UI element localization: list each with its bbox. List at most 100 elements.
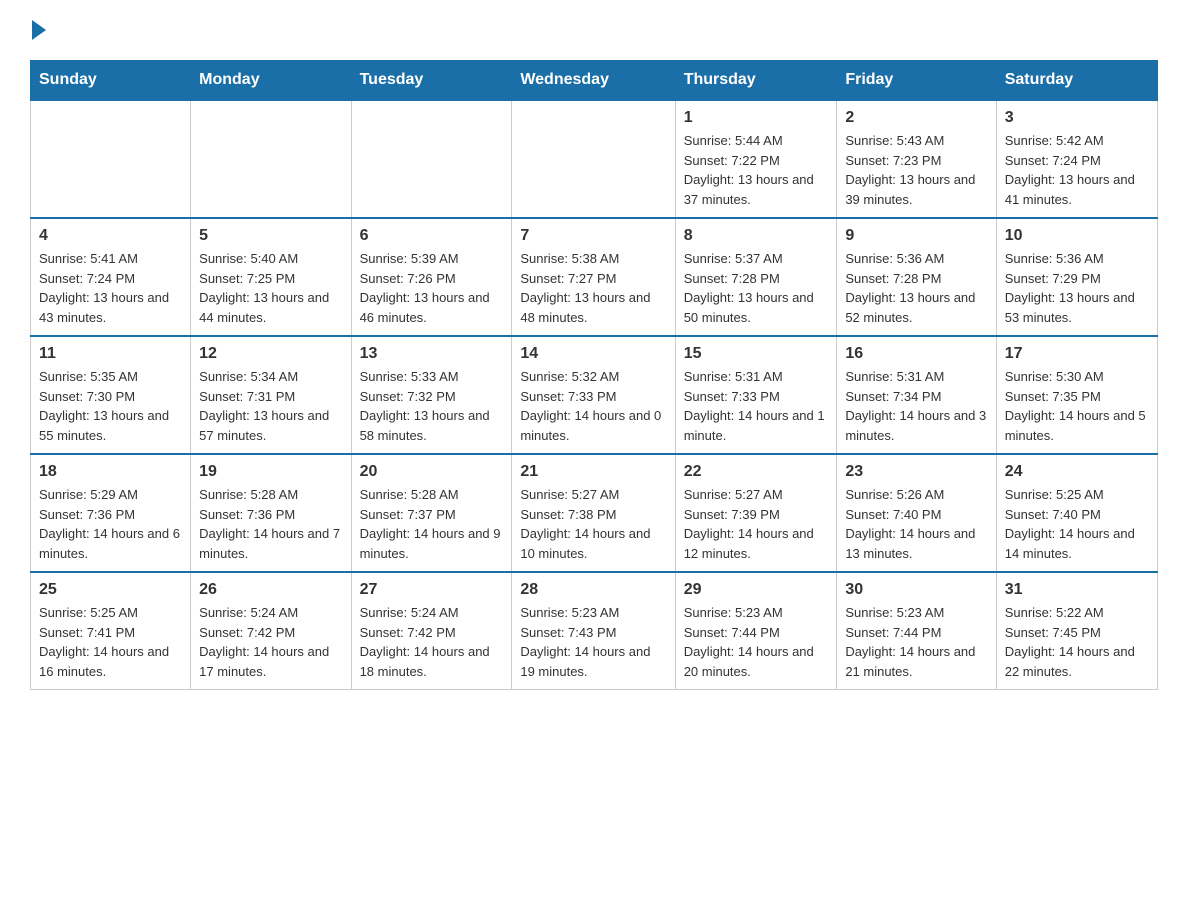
day-number: 17: [1005, 345, 1149, 363]
day-number: 24: [1005, 463, 1149, 481]
page-header: [30, 20, 1158, 40]
calendar-week-row: 25 Sunrise: 5:25 AM Sunset: 7:41 PM Dayli…: [31, 572, 1158, 690]
day-info: Sunrise: 5:36 AM Sunset: 7:28 PM Dayligh…: [845, 249, 987, 327]
day-info: Sunrise: 5:36 AM Sunset: 7:29 PM Dayligh…: [1005, 249, 1149, 327]
day-info: Sunrise: 5:25 AM Sunset: 7:41 PM Dayligh…: [39, 603, 182, 681]
day-number: 19: [199, 463, 342, 481]
day-number: 14: [520, 345, 666, 363]
day-info: Sunrise: 5:29 AM Sunset: 7:36 PM Dayligh…: [39, 485, 182, 563]
calendar-cell: 26 Sunrise: 5:24 AM Sunset: 7:42 PM Dayli…: [191, 572, 351, 690]
day-info: Sunrise: 5:34 AM Sunset: 7:31 PM Dayligh…: [199, 367, 342, 445]
column-header-friday: Friday: [837, 61, 996, 101]
calendar-cell: 20 Sunrise: 5:28 AM Sunset: 7:37 PM Dayli…: [351, 454, 512, 572]
column-header-monday: Monday: [191, 61, 351, 101]
calendar-cell: 29 Sunrise: 5:23 AM Sunset: 7:44 PM Dayli…: [675, 572, 837, 690]
calendar-cell: 30Sunrise: 5:23 AM Sunset: 7:44 PM Dayli…: [837, 572, 996, 690]
calendar-week-row: 18 Sunrise: 5:29 AM Sunset: 7:36 PM Dayli…: [31, 454, 1158, 572]
day-number: 10: [1005, 227, 1149, 245]
column-header-sunday: Sunday: [31, 61, 191, 101]
calendar-week-row: 1 Sunrise: 5:44 AM Sunset: 7:22 PM Daylig…: [31, 100, 1158, 218]
calendar-cell: 21Sunrise: 5:27 AM Sunset: 7:38 PM Dayli…: [512, 454, 675, 572]
day-number: 26: [199, 581, 342, 599]
calendar-cell: 12Sunrise: 5:34 AM Sunset: 7:31 PM Dayli…: [191, 336, 351, 454]
calendar-cell: 24 Sunrise: 5:25 AM Sunset: 7:40 PM Dayli…: [996, 454, 1157, 572]
logo: [30, 20, 48, 40]
day-info: Sunrise: 5:22 AM Sunset: 7:45 PM Dayligh…: [1005, 603, 1149, 681]
calendar-cell: 10 Sunrise: 5:36 AM Sunset: 7:29 PM Dayli…: [996, 218, 1157, 336]
logo-triangle-icon: [32, 20, 46, 40]
day-number: 2: [845, 109, 987, 127]
day-info: Sunrise: 5:26 AM Sunset: 7:40 PM Dayligh…: [845, 485, 987, 563]
day-info: Sunrise: 5:25 AM Sunset: 7:40 PM Dayligh…: [1005, 485, 1149, 563]
day-info: Sunrise: 5:31 AM Sunset: 7:33 PM Dayligh…: [684, 367, 829, 445]
calendar-cell: 9 Sunrise: 5:36 AM Sunset: 7:28 PM Daylig…: [837, 218, 996, 336]
calendar-cell: 4 Sunrise: 5:41 AM Sunset: 7:24 PM Daylig…: [31, 218, 191, 336]
calendar-cell: 27 Sunrise: 5:24 AM Sunset: 7:42 PM Dayli…: [351, 572, 512, 690]
day-number: 18: [39, 463, 182, 481]
day-info: Sunrise: 5:33 AM Sunset: 7:32 PM Dayligh…: [360, 367, 504, 445]
calendar-cell: 18 Sunrise: 5:29 AM Sunset: 7:36 PM Dayli…: [31, 454, 191, 572]
calendar-cell: 17 Sunrise: 5:30 AM Sunset: 7:35 PM Dayli…: [996, 336, 1157, 454]
calendar-week-row: 4 Sunrise: 5:41 AM Sunset: 7:24 PM Daylig…: [31, 218, 1158, 336]
column-header-tuesday: Tuesday: [351, 61, 512, 101]
day-number: 25: [39, 581, 182, 599]
day-info: Sunrise: 5:24 AM Sunset: 7:42 PM Dayligh…: [360, 603, 504, 681]
calendar-cell: 23 Sunrise: 5:26 AM Sunset: 7:40 PM Dayli…: [837, 454, 996, 572]
day-info: Sunrise: 5:39 AM Sunset: 7:26 PM Dayligh…: [360, 249, 504, 327]
calendar-cell: 22Sunrise: 5:27 AM Sunset: 7:39 PM Dayli…: [675, 454, 837, 572]
day-number: 1: [684, 109, 829, 127]
calendar-cell: 28Sunrise: 5:23 AM Sunset: 7:43 PM Dayli…: [512, 572, 675, 690]
day-info: Sunrise: 5:31 AM Sunset: 7:34 PM Dayligh…: [845, 367, 987, 445]
calendar-cell: 14 Sunrise: 5:32 AM Sunset: 7:33 PM Dayli…: [512, 336, 675, 454]
calendar-cell: 2 Sunrise: 5:43 AM Sunset: 7:23 PM Daylig…: [837, 100, 996, 218]
calendar-table: SundayMondayTuesdayWednesdayThursdayFrid…: [30, 60, 1158, 690]
calendar-cell: 13 Sunrise: 5:33 AM Sunset: 7:32 PM Dayli…: [351, 336, 512, 454]
calendar-cell: 5 Sunrise: 5:40 AM Sunset: 7:25 PM Daylig…: [191, 218, 351, 336]
column-header-thursday: Thursday: [675, 61, 837, 101]
day-number: 6: [360, 227, 504, 245]
day-number: 30: [845, 581, 987, 599]
day-number: 13: [360, 345, 504, 363]
day-number: 23: [845, 463, 987, 481]
calendar-cell: [191, 100, 351, 218]
calendar-cell: 16Sunrise: 5:31 AM Sunset: 7:34 PM Dayli…: [837, 336, 996, 454]
day-info: Sunrise: 5:44 AM Sunset: 7:22 PM Dayligh…: [684, 131, 829, 209]
day-info: Sunrise: 5:42 AM Sunset: 7:24 PM Dayligh…: [1005, 131, 1149, 209]
day-info: Sunrise: 5:30 AM Sunset: 7:35 PM Dayligh…: [1005, 367, 1149, 445]
day-number: 7: [520, 227, 666, 245]
day-info: Sunrise: 5:43 AM Sunset: 7:23 PM Dayligh…: [845, 131, 987, 209]
day-number: 29: [684, 581, 829, 599]
day-number: 15: [684, 345, 829, 363]
day-number: 28: [520, 581, 666, 599]
day-info: Sunrise: 5:23 AM Sunset: 7:44 PM Dayligh…: [684, 603, 829, 681]
calendar-cell: [512, 100, 675, 218]
day-info: Sunrise: 5:41 AM Sunset: 7:24 PM Dayligh…: [39, 249, 182, 327]
day-info: Sunrise: 5:28 AM Sunset: 7:37 PM Dayligh…: [360, 485, 504, 563]
calendar-cell: 31 Sunrise: 5:22 AM Sunset: 7:45 PM Dayli…: [996, 572, 1157, 690]
day-number: 20: [360, 463, 504, 481]
day-number: 9: [845, 227, 987, 245]
day-number: 4: [39, 227, 182, 245]
calendar-cell: [351, 100, 512, 218]
day-info: Sunrise: 5:40 AM Sunset: 7:25 PM Dayligh…: [199, 249, 342, 327]
day-info: Sunrise: 5:27 AM Sunset: 7:39 PM Dayligh…: [684, 485, 829, 563]
day-info: Sunrise: 5:28 AM Sunset: 7:36 PM Dayligh…: [199, 485, 342, 563]
day-info: Sunrise: 5:24 AM Sunset: 7:42 PM Dayligh…: [199, 603, 342, 681]
day-info: Sunrise: 5:32 AM Sunset: 7:33 PM Dayligh…: [520, 367, 666, 445]
column-header-wednesday: Wednesday: [512, 61, 675, 101]
day-number: 11: [39, 345, 182, 363]
calendar-cell: 19 Sunrise: 5:28 AM Sunset: 7:36 PM Dayli…: [191, 454, 351, 572]
calendar-header-row: SundayMondayTuesdayWednesdayThursdayFrid…: [31, 61, 1158, 101]
day-number: 27: [360, 581, 504, 599]
day-info: Sunrise: 5:35 AM Sunset: 7:30 PM Dayligh…: [39, 367, 182, 445]
calendar-week-row: 11 Sunrise: 5:35 AM Sunset: 7:30 PM Dayli…: [31, 336, 1158, 454]
column-header-saturday: Saturday: [996, 61, 1157, 101]
calendar-cell: 11 Sunrise: 5:35 AM Sunset: 7:30 PM Dayli…: [31, 336, 191, 454]
calendar-cell: 8Sunrise: 5:37 AM Sunset: 7:28 PM Daylig…: [675, 218, 837, 336]
day-number: 31: [1005, 581, 1149, 599]
day-number: 3: [1005, 109, 1149, 127]
calendar-cell: 7Sunrise: 5:38 AM Sunset: 7:27 PM Daylig…: [512, 218, 675, 336]
day-number: 5: [199, 227, 342, 245]
calendar-cell: 25 Sunrise: 5:25 AM Sunset: 7:41 PM Dayli…: [31, 572, 191, 690]
calendar-cell: 1 Sunrise: 5:44 AM Sunset: 7:22 PM Daylig…: [675, 100, 837, 218]
